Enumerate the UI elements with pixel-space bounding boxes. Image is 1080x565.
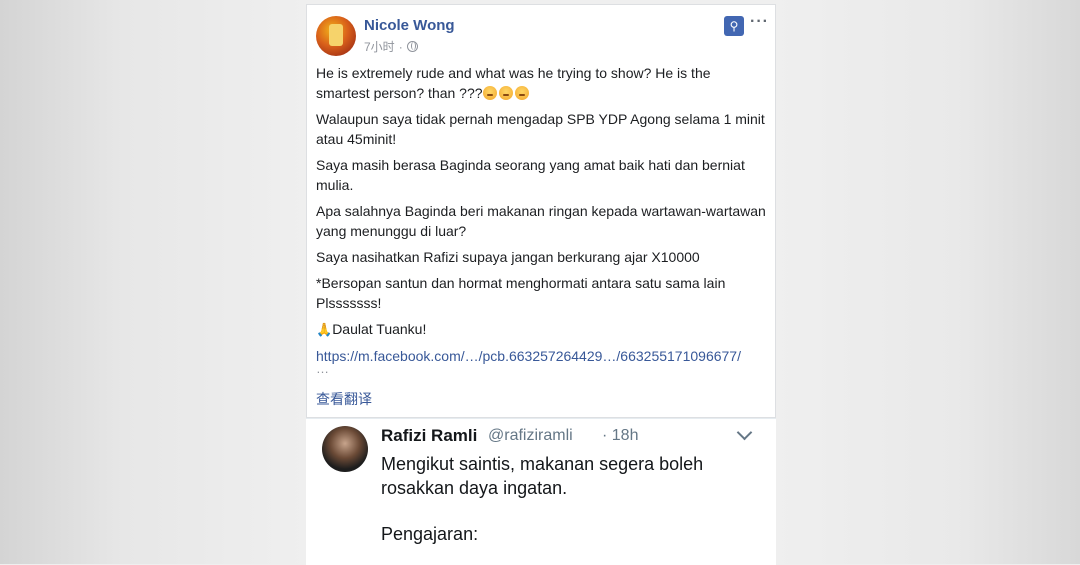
tweet-line: Pengajaran: — [381, 524, 479, 544]
tweet-avatar[interactable] — [322, 426, 368, 472]
post-text: He is extremely rude and what was he try… — [316, 63, 768, 376]
post-link-paragraph: https://m.facebook.com/…/pcb.66325726442… — [316, 346, 768, 366]
author-name[interactable]: Nicole Wong — [364, 17, 455, 34]
author-avatar[interactable] — [316, 16, 356, 56]
post-link[interactable]: https://m.facebook.com/…/pcb.66325726442… — [316, 348, 741, 364]
post-paragraph: Saya masih berasa Baginda seorang yang a… — [316, 157, 745, 193]
more-options-icon[interactable]: ··· — [750, 13, 769, 31]
post-paragraph: *Bersopan santun dan hormat menghormati … — [316, 275, 726, 311]
post-time[interactable]: 7小时 — [364, 38, 395, 55]
post-paragraph: 🙏Daulat Tuanku! — [316, 321, 427, 337]
tweet-handle[interactable]: @rafiziramli — [488, 427, 573, 445]
post-meta: 7小时 · — [364, 38, 418, 55]
tweet-spacer — [381, 500, 741, 522]
tweet-text: Mengikut saintis, makanan segera boleh r… — [381, 452, 741, 546]
post-paragraph: Saya nasihatkan Rafizi supaya jangan ber… — [316, 249, 700, 265]
embedded-tweet: Rafizi Ramli @rafiziramli · 18h Mengikut… — [306, 418, 776, 565]
facebook-post: Nicole Wong 7小时 · ⚲ ··· He is extremely … — [306, 4, 776, 418]
praying-hands-icon: 🙏 — [316, 322, 333, 337]
angry-emoji-icon — [482, 86, 497, 100]
post-paragraph: Walaupun saya tidak pernah mengadap SPB … — [316, 111, 765, 147]
background-right — [774, 0, 1080, 564]
globe-icon[interactable] — [406, 41, 418, 52]
meta-separator: · — [398, 39, 403, 54]
post-paragraph: He is extremely rude and what was he try… — [316, 65, 711, 101]
chevron-down-icon[interactable] — [736, 424, 753, 441]
tweet-author-name[interactable]: Rafizi Ramli — [381, 426, 477, 446]
pushpin-icon[interactable]: ⚲ — [724, 16, 744, 36]
tweet-line: Mengikut saintis, makanan segera boleh r… — [381, 454, 704, 498]
see-translation-link[interactable]: 查看翻译 — [316, 389, 372, 409]
background-left — [0, 0, 306, 564]
angry-emoji-icon — [514, 86, 529, 100]
post-paragraph: Apa salahnya Baginda beri makanan ringan… — [316, 203, 766, 239]
tweet-time[interactable]: · 18h — [602, 427, 638, 445]
angry-emoji-icon — [498, 86, 513, 100]
